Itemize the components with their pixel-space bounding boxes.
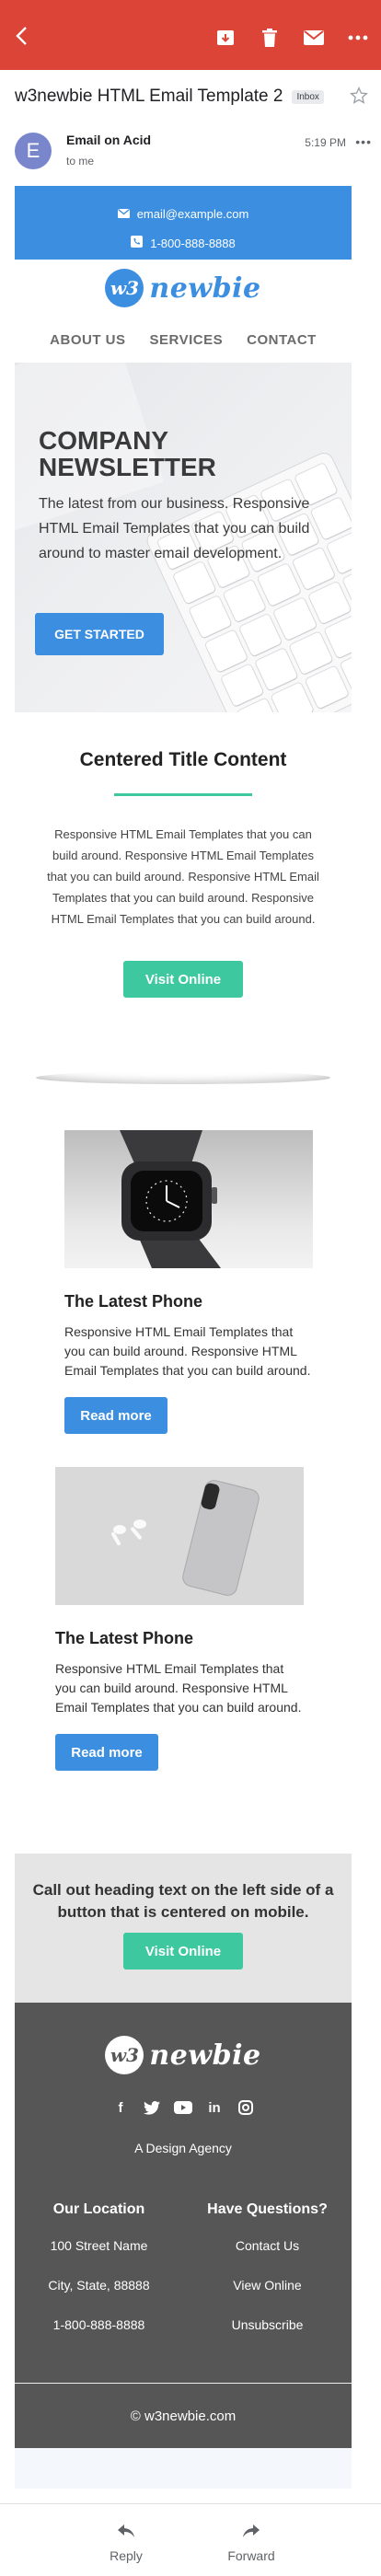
reply-icon [85, 2521, 167, 2541]
template-nav: ABOUT US SERVICES CONTACT [15, 317, 352, 363]
hero-text: The latest from our business. Responsive… [39, 496, 310, 561]
nav-contact[interactable]: CONTACT [247, 332, 317, 348]
logo-text: newbie [149, 2039, 261, 2072]
hero-banner: COMPANY NEWSLETTER The latest from our b… [15, 363, 352, 712]
avatar[interactable]: E [15, 133, 52, 169]
location-heading: Our Location [52, 2201, 145, 2217]
envelope-icon [117, 207, 130, 221]
get-started-button[interactable]: GET STARTED [35, 613, 164, 655]
forward-icon [210, 2521, 293, 2541]
view-online-link[interactable]: View Online [183, 2278, 352, 2293]
phone-image [55, 1467, 304, 1605]
logo-mark: w3 [105, 269, 144, 307]
more-options-icon[interactable]: ••• [355, 134, 372, 149]
instagram-icon[interactable] [237, 2098, 255, 2117]
product-card: The Latest Phone Responsive HTML Email T… [15, 1467, 352, 1854]
nav-services[interactable]: SERVICES [150, 332, 224, 348]
visit-online-button[interactable]: Visit Online [123, 1933, 243, 1970]
watch-image [64, 1130, 313, 1268]
section-title: Centered Title Content [79, 749, 287, 770]
star-icon[interactable] [350, 87, 368, 110]
keyboard-image [144, 450, 352, 712]
bottom-action-bar: Reply Forward [0, 2503, 381, 2576]
footer-columns: Our Location 100 Street Name City, State… [15, 2201, 352, 2383]
logo-mark: w3 [105, 2036, 144, 2074]
forward-label: Forward [227, 2548, 275, 2563]
callout-section: Call out heading text on the left side o… [15, 1854, 352, 2003]
product-card: The Latest Phone Responsive HTML Email T… [15, 1084, 352, 1467]
street-address: 100 Street Name [50, 2238, 148, 2253]
archive-icon[interactable] [214, 28, 237, 48]
footer-divider [15, 2383, 352, 2384]
questions-column: Have Questions? Contact Us View Online U… [183, 2201, 352, 2357]
subject-row: w3newbie HTML Email Template 2 Inbox [15, 85, 368, 109]
read-more-button[interactable]: Read more [64, 1397, 167, 1434]
visit-online-button[interactable]: Visit Online [123, 961, 243, 998]
social-links: f in [15, 2098, 352, 2117]
card-title: The Latest Phone [64, 1292, 203, 1311]
inbox-label[interactable]: Inbox [292, 89, 324, 104]
brand-logo[interactable]: w3 newbie [105, 269, 260, 307]
recipient-label[interactable]: to me [66, 155, 94, 167]
location-column: Our Location 100 Street Name City, State… [15, 2201, 183, 2357]
email-subject: w3newbie HTML Email Template 2 [15, 87, 283, 106]
card-text: Responsive HTML Email Templates that you… [64, 1324, 311, 1378]
sender-row: E Email on Acid to me 5:19 PM ••• [15, 129, 374, 177]
contact-us-link[interactable]: Contact Us [183, 2238, 352, 2253]
title-underline [114, 793, 252, 796]
email-bottom-spacer [15, 2448, 352, 2489]
email-time: 5:19 PM [305, 136, 346, 149]
header-logo-row: w3 newbie [15, 260, 352, 317]
copyright: © w3newbie.com [130, 2408, 237, 2424]
back-arrow-icon[interactable] [9, 24, 33, 48]
read-more-button[interactable]: Read more [55, 1734, 158, 1771]
shadow-divider [36, 1071, 330, 1084]
mail-icon[interactable] [302, 28, 326, 48]
questions-heading: Have Questions? [207, 2201, 328, 2217]
sender-name: Email on Acid [66, 133, 152, 147]
youtube-icon[interactable] [174, 2098, 192, 2117]
nav-about-us[interactable]: ABOUT US [50, 332, 125, 348]
footer-tagline: A Design Agency [134, 2141, 232, 2155]
card-title: The Latest Phone [55, 1629, 194, 1647]
contact-phone: 1-800-888-8888 [150, 236, 236, 250]
logo-text: newbie [149, 271, 261, 305]
contact-email-row[interactable]: email@example.com [15, 186, 352, 228]
unsubscribe-link[interactable]: Unsubscribe [183, 2317, 352, 2332]
trash-icon[interactable] [258, 28, 282, 48]
contact-phone-row[interactable]: 1-800-888-8888 [15, 228, 352, 258]
callout-heading: Call out heading text on the left side o… [32, 1881, 334, 1921]
linkedin-icon[interactable]: in [205, 2098, 224, 2117]
email-body: email@example.com 1-800-888-8888 w3 newb… [15, 186, 352, 2489]
contact-email: email@example.com [136, 206, 249, 221]
phone-icon [131, 236, 144, 250]
reply-button[interactable]: Reply [85, 2521, 167, 2563]
footer-logo-row: w3 newbie [15, 2003, 352, 2074]
hero-title: COMPANY NEWSLETTER [39, 426, 216, 481]
centered-section: Centered Title Content Responsive HTML E… [15, 712, 352, 1071]
app-bar [0, 0, 381, 70]
twitter-icon[interactable] [143, 2098, 161, 2117]
reply-label: Reply [110, 2548, 143, 2563]
footer-brand-logo[interactable]: w3 newbie [105, 2036, 260, 2074]
email-footer: w3 newbie f in A Design Agency Our Locat… [15, 2003, 352, 2448]
section-text: Responsive HTML Email Templates that you… [47, 827, 319, 926]
city-state: City, State, 88888 [48, 2278, 150, 2293]
more-icon[interactable] [346, 28, 370, 48]
footer-phone[interactable]: 1-800-888-8888 [15, 2317, 183, 2332]
facebook-icon[interactable]: f [111, 2098, 130, 2117]
card-text: Responsive HTML Email Templates that you… [55, 1661, 302, 1715]
forward-button[interactable]: Forward [210, 2521, 293, 2563]
contact-bar: email@example.com 1-800-888-8888 [15, 186, 352, 260]
